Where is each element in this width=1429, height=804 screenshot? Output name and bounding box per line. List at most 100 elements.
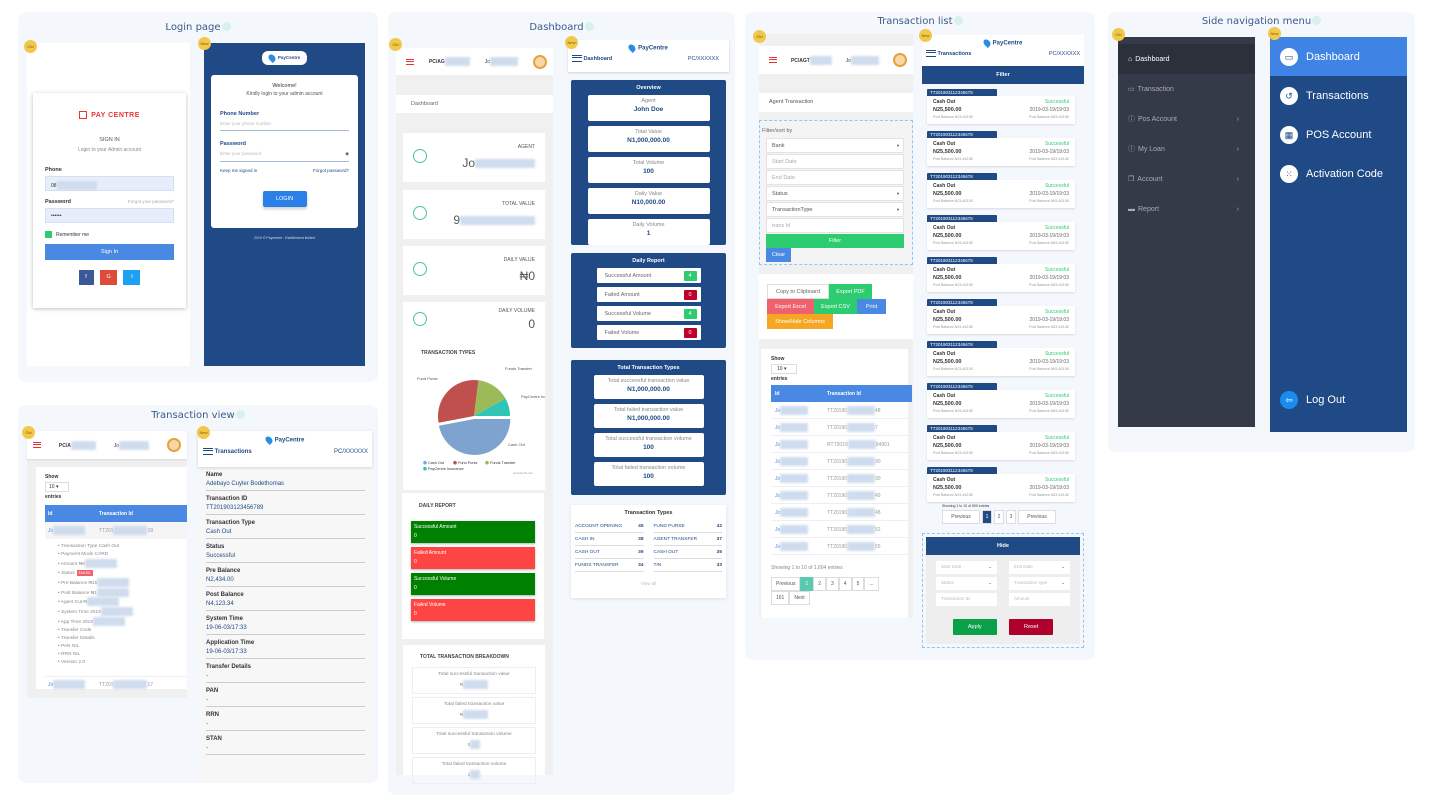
filter-select[interactable]: End Date ⌄ (1009, 561, 1070, 574)
avatar[interactable] (532, 54, 547, 69)
legend-entry[interactable]: PayCentre Insurance (428, 467, 464, 471)
table-row[interactable]: Jo TT20190 7 (771, 419, 908, 436)
transaction-card[interactable]: TT201903112345678 Cash Out Successful N25,5… (927, 131, 1075, 166)
transaction-card[interactable]: TT201903112345678 Cash Out Successful N25,5… (927, 383, 1075, 418)
facebook-button[interactable]: f (78, 270, 94, 285)
transaction-card[interactable]: TT201903112345678 Cash Out Successful N25,5… (927, 341, 1075, 376)
filter-select[interactable]: Status ▼ (766, 186, 904, 201)
pagination-button[interactable]: ... (864, 577, 879, 591)
logout-button[interactable]: ⇦ Log Out (1270, 380, 1345, 419)
menu-icon[interactable] (33, 442, 41, 448)
new-password-input[interactable]: Enter your password ◉ (220, 151, 349, 162)
nav-item-account[interactable]: ❐ Account › (1118, 164, 1255, 194)
view-all-link[interactable]: View all (575, 581, 722, 586)
fund-purse-slice[interactable] (438, 380, 479, 423)
login-button[interactable]: LOGIN (262, 191, 307, 207)
filter-select[interactable]: Transaction type ⌄ (1009, 577, 1070, 590)
filter-select[interactable]: Status ⌄ (936, 577, 997, 590)
menu-icon[interactable] (572, 55, 582, 62)
new-forgot-password-link[interactable]: Forgot password? (313, 168, 349, 173)
nav-item-report[interactable]: ▬ Report › (1118, 194, 1255, 224)
hide-filter-button[interactable]: Hide (926, 537, 1080, 555)
password-input[interactable]: •••••• (45, 208, 174, 223)
nav-item-my-loan[interactable]: ⓘ My Loan › (1118, 134, 1255, 164)
menu-icon[interactable] (926, 50, 936, 57)
pagination-button[interactable]: 3 (826, 577, 839, 591)
eye-icon[interactable]: ◉ (345, 151, 349, 157)
filter-select[interactable]: Start Date ⌄ (936, 561, 997, 574)
phone-input[interactable]: 08 (45, 176, 174, 191)
col-transaction-id[interactable]: Transaction Id (827, 391, 861, 397)
transaction-card[interactable]: TT201903112345678 Cash Out Successful N25,5… (927, 89, 1075, 124)
transaction-card[interactable]: TT201903112345678 Cash Out Successful N25,5… (927, 467, 1075, 502)
pagination-button[interactable]: 4 (838, 577, 852, 591)
export-button[interactable]: Export Excel (767, 299, 814, 314)
pagination-button[interactable]: 5 (851, 577, 865, 591)
pagination-button[interactable]: Previous (942, 510, 980, 524)
legend-entry[interactable]: Funds Transfer (490, 461, 516, 465)
nav-item-activation-code[interactable]: ⁙ Activation Code (1270, 154, 1407, 193)
table-row[interactable]: Jo TT20190 52 (771, 521, 908, 538)
transaction-type-item[interactable]: CASH IN 38 (575, 533, 644, 546)
cash-out-slice[interactable] (438, 418, 511, 455)
pagination-button[interactable]: 2 (813, 577, 827, 591)
legend-entry[interactable]: Fund Purse (458, 461, 478, 465)
clear-button[interactable]: Clear (766, 248, 791, 262)
table-row[interactable]: Jo TT20190 55 (771, 538, 908, 555)
transaction-type-item[interactable]: FUNDS TRANSFER 34 (575, 559, 644, 572)
filter-select[interactable]: Bank ▼ (766, 138, 904, 153)
keep-signed-in-checkbox[interactable]: Keep me signed in (220, 168, 257, 173)
nav-item-pos-account[interactable]: ▦ POS Account (1270, 115, 1407, 154)
reset-button[interactable]: Reset (1009, 619, 1054, 635)
table-row[interactable]: Jo TT20190 48 (771, 504, 908, 521)
filter-input[interactable]: Transaction ID (936, 593, 997, 606)
forgot-password-link[interactable]: Forgot your password? (128, 199, 174, 205)
avatar[interactable] (892, 53, 907, 67)
table-row[interactable]: Jo RTT2019 84901 (771, 436, 908, 453)
menu-icon[interactable] (203, 448, 213, 455)
table-row[interactable]: Jo TT20190 48 (771, 402, 908, 419)
export-button[interactable]: Export CSV (814, 299, 857, 314)
filter-toggle-button[interactable]: Filter (922, 66, 1084, 84)
transaction-type-item[interactable]: CASH OUT 35 (653, 546, 722, 559)
transaction-card[interactable]: TT201903112345678 Cash Out Successful N25,5… (927, 425, 1075, 460)
pagination-button[interactable]: 1 (800, 577, 814, 591)
pagination-button[interactable]: 2 (994, 510, 1004, 524)
transaction-card[interactable]: TT201903112345678 Cash Out Successful N25,5… (927, 257, 1075, 292)
signin-button[interactable]: Sign In (45, 244, 174, 260)
filter-input[interactable]: Amount (1009, 593, 1070, 606)
filter-input[interactable]: End Date (766, 170, 904, 185)
nav-item-dashboard[interactable]: ⌂ Dashboard (1118, 44, 1255, 74)
phone-number-input[interactable]: Enter your phone number (220, 121, 349, 131)
pagination-button[interactable]: 1 (982, 510, 992, 524)
entries-select[interactable]: 10 ▾ (45, 482, 69, 492)
transaction-type-item[interactable]: ACCOUNT OPENING 45 (575, 520, 644, 533)
pagination-button[interactable]: Previous (1018, 510, 1056, 524)
menu-icon[interactable] (406, 58, 414, 65)
export-button[interactable]: Copy to Clipboard (767, 284, 829, 299)
remember-checkbox[interactable] (45, 231, 52, 238)
filter-select[interactable]: TransactionType ▼ (766, 202, 904, 217)
legend-entry[interactable]: Cash Out (428, 461, 445, 465)
entries-select[interactable]: 10 ▾ (771, 364, 797, 374)
filter-input[interactable]: trans Id (766, 218, 904, 233)
nav-item-transaction[interactable]: ▭ Transaction (1118, 74, 1255, 104)
transaction-card[interactable]: TT201903112345678 Cash Out Successful N25,5… (927, 173, 1075, 208)
nav-item-pos-account[interactable]: ⓘ Pos Account › (1118, 104, 1255, 134)
filter-input[interactable]: Start Date (766, 154, 904, 169)
twitter-button[interactable]: t (123, 270, 141, 285)
filter-button[interactable]: Filter (766, 234, 904, 248)
apply-button[interactable]: Apply (952, 619, 997, 635)
pagination-button[interactable]: 161 (771, 591, 790, 605)
pagination-button[interactable]: Next (789, 591, 810, 605)
transaction-type-item[interactable]: AGENT TRANSFER 37 (653, 533, 722, 546)
table-row[interactable]: Jo TT20190 90 (771, 453, 908, 470)
menu-icon[interactable] (769, 57, 777, 63)
table-row[interactable]: Jo TT20190 90 (771, 470, 908, 487)
transaction-type-item[interactable]: CASH OUT 36 (575, 546, 644, 559)
col-transaction-id[interactable]: Transaction Id (99, 511, 133, 517)
table-row[interactable]: Jo TT201 18 (45, 522, 187, 539)
export-button[interactable]: Export PDF (829, 284, 872, 299)
table-row[interactable]: Jo TT20190 49 (771, 487, 908, 504)
transaction-type-item[interactable]: TIN 33 (653, 559, 722, 572)
